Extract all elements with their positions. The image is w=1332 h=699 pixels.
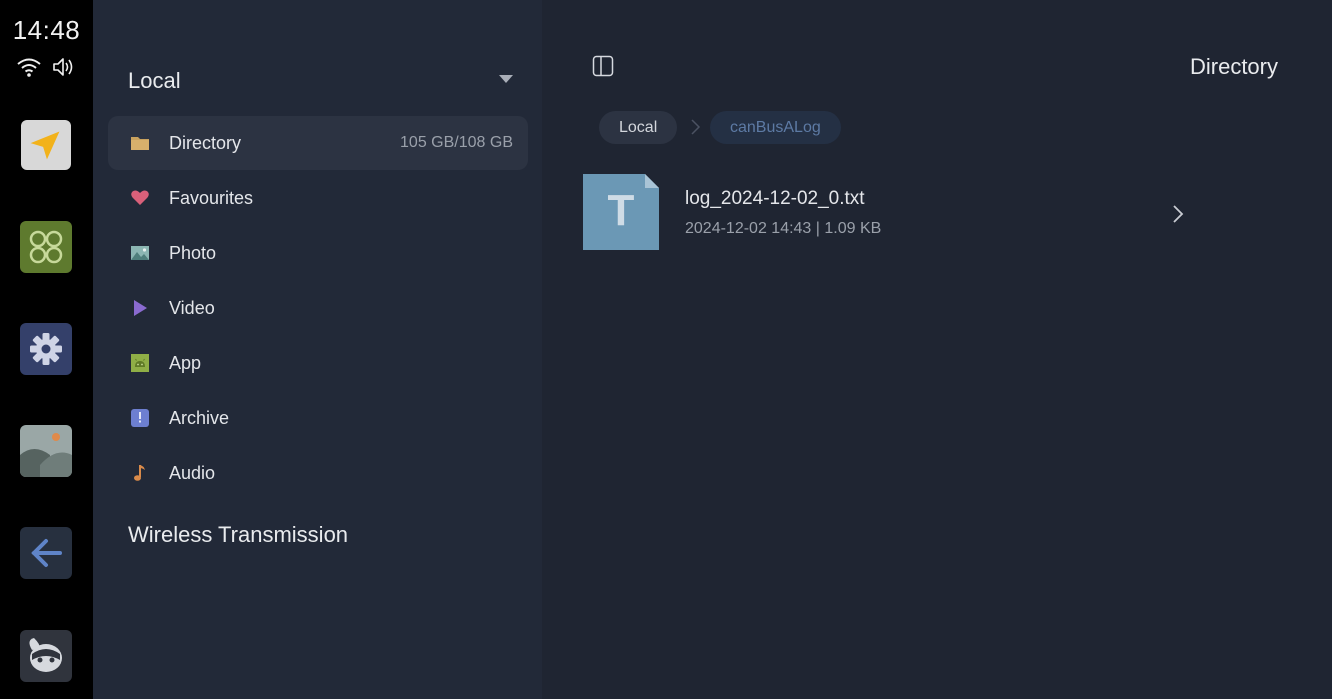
local-dropdown-arrow-icon[interactable] [499,75,513,83]
file-name: log_2024-12-02_0.txt [685,188,865,209]
sidebar-item-favourites[interactable]: Favourites [108,171,528,225]
settings-app[interactable] [20,323,72,375]
play-icon [134,300,147,316]
breadcrumb-current[interactable]: canBusALog [710,111,841,144]
sidebar-item-label: Photo [169,243,217,263]
app-dock: 14:48 [0,0,93,699]
sidebar-item-audio[interactable]: Audio [108,446,528,500]
navigation-arrow-icon [21,120,71,170]
file-list-item[interactable]: T log_2024-12-02_0.txt 2024-12-02 14:43 … [583,172,1193,252]
status-time: 14:48 [12,15,81,45]
breadcrumb-chevron-icon [691,119,701,135]
sidebar-item-app[interactable]: App [108,336,528,390]
archive-icon [131,409,149,427]
music-note-icon [134,465,145,481]
wireless-section-title[interactable]: Wireless Transmission [128,522,348,548]
folder-icon [131,137,149,150]
sidebar-item-label: Favourites [169,188,254,208]
sidebar-item-label: Archive [169,408,230,428]
sidebar-toggle-icon[interactable] [592,55,614,77]
navigation-app[interactable] [21,120,71,170]
volume-icon [53,58,73,76]
status-icons [16,56,78,80]
gear-icon [20,323,72,375]
image-icon [131,246,149,260]
apps-grid-app[interactable] [20,221,72,273]
file-meta: 2024-12-02 14:43 | 1.09 KB [685,220,882,237]
file-type-letter: T [607,186,635,235]
page-title: Directory [1189,54,1278,79]
landscape-icon [20,425,72,477]
wifi-icon [17,58,41,77]
heart-icon [131,190,149,205]
storage-usage: 105 GB/108 GB [400,134,513,151]
gallery-app[interactable] [20,425,72,477]
sidebar-item-label: Directory [169,133,242,153]
sidebar-item-photo[interactable]: Photo [108,226,528,280]
sidebar-item-archive[interactable]: Archive [108,391,528,445]
local-section-title: Local [128,68,181,93]
sidebar-item-label: Audio [169,463,216,483]
sidebar-item-video[interactable]: Video [108,281,528,335]
assistant-app[interactable] [20,630,72,682]
back-app[interactable] [20,527,72,579]
arrow-left-icon [20,527,72,579]
sidebar-item-directory[interactable]: Directory 105 GB/108 GB [108,116,528,170]
sidebar: Local Directory 105 GB/108 GB Favourites… [93,0,542,699]
chevron-right-icon[interactable] [1171,203,1185,225]
mascot-icon [20,630,72,682]
sidebar-item-label: App [169,353,202,373]
sidebar-item-label: Video [169,298,215,318]
four-circles-icon [20,221,72,273]
main-content: Directory Local canBusALog T log_2024-12… [542,0,1332,699]
breadcrumb-local[interactable]: Local [599,111,678,144]
android-icon [131,354,149,372]
